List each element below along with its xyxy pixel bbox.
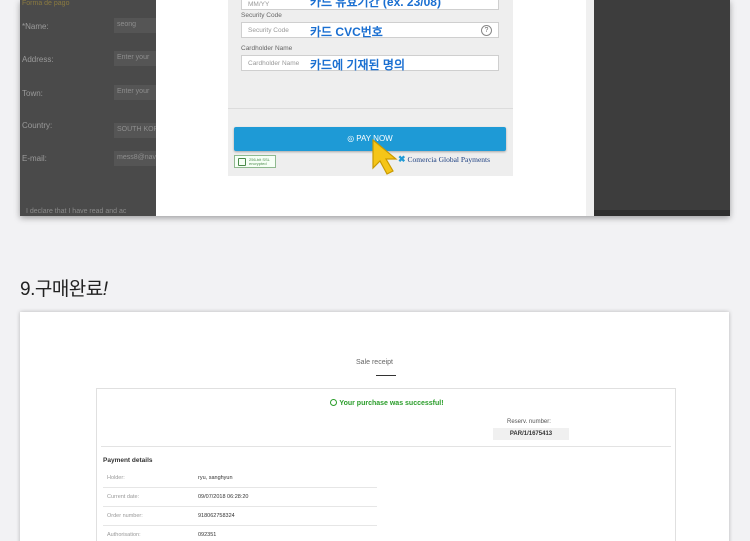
detail-value: ryu, sanghyun <box>198 475 233 481</box>
terms-checkbox[interactable]: I declare that I have read and ac <box>26 208 126 215</box>
receipt-title: Sale receipt <box>356 359 393 366</box>
overlay-backdrop <box>594 0 730 216</box>
success-message: Your purchase was successful! <box>97 399 677 407</box>
name-label: *Name: <box>22 22 49 31</box>
ssl-badge: 256-bit SSL encrypted <box>234 155 276 168</box>
step-heading: 9.구매완료! <box>20 274 108 301</box>
expiry-field[interactable]: MM/YY 카드 유효기간 (ex. 23/08) <box>241 0 499 10</box>
detail-value: 09/07/2018 06:28:20 <box>198 494 249 500</box>
cardholder-placeholder: Cardholder Name <box>248 60 300 67</box>
ssl-badge-text: 256-bit SSL encrypted <box>249 157 270 166</box>
brand-mark-icon: ✖ <box>398 154 406 164</box>
lock-icon: ◎ <box>347 134 355 143</box>
detail-row-holder: Holder: ryu, sanghyun <box>103 469 377 488</box>
shield-icon <box>238 158 246 166</box>
detail-key: Holder: <box>107 475 125 481</box>
name-field[interactable]: seong <box>114 18 160 33</box>
security-code-label: Security Code <box>241 12 282 19</box>
bg-row-country: Country: SOUTH KOR <box>20 119 160 139</box>
brand-logo: ✖ Comercia Global Payments <box>398 154 490 165</box>
title-underline <box>376 375 396 376</box>
country-label: Country: <box>22 121 53 130</box>
cardholder-label: Cardholder Name <box>241 45 293 52</box>
payment-details-title: Payment details <box>103 457 153 464</box>
address-field[interactable]: Enter your <box>114 51 160 66</box>
detail-value: 918062758324 <box>198 513 235 519</box>
check-circle-icon <box>330 399 338 406</box>
reservation-label: Reserv. number: <box>507 419 551 425</box>
brand-name: Comercia Global Payments <box>407 155 491 164</box>
receipt-card: Your purchase was successful! Reserv. nu… <box>96 388 676 541</box>
step-heading-mark: ! <box>102 279 108 300</box>
detail-key: Current date: <box>107 494 140 500</box>
country-field[interactable]: SOUTH KOR <box>114 123 160 138</box>
divider <box>101 446 671 447</box>
detail-row-authorisation: Authorisation: 092351 <box>103 526 377 541</box>
security-code-placeholder: Security Code <box>248 27 289 34</box>
form-section-label: Forma de pago <box>22 0 70 7</box>
detail-key: Authorisation: <box>107 532 141 538</box>
town-label: Town: <box>22 89 43 98</box>
success-text: Your purchase was successful! <box>339 400 444 407</box>
cardholder-field[interactable]: Cardholder Name 카드에 기재된 명의 <box>241 55 499 72</box>
step-heading-text: 9.구매완료 <box>20 279 103 300</box>
bg-row-address: Address: Enter your <box>20 51 160 71</box>
detail-row-order: Order number: 918062758324 <box>103 507 377 526</box>
overlay-bottom-bar <box>594 210 730 216</box>
receipt-screenshot: Sale receipt Your purchase was successfu… <box>20 312 729 541</box>
email-label: E-mail: <box>22 154 47 163</box>
security-code-field[interactable]: Security Code 카드 CVC번호 ? <box>241 22 499 39</box>
detail-key: Order number: <box>107 513 143 519</box>
security-code-note: 카드 CVC번호 <box>310 25 383 39</box>
payment-screenshot: Forma de pago *Name: seong Address: Ente… <box>20 0 730 216</box>
expiry-placeholder: MM/YY <box>248 1 270 8</box>
divider <box>228 108 513 109</box>
town-field[interactable]: Enter your <box>114 85 160 100</box>
detail-value: 092351 <box>198 532 217 538</box>
card-payment-panel: MM/YY 카드 유효기간 (ex. 23/08) Security Code … <box>228 0 513 176</box>
address-label: Address: <box>22 55 54 64</box>
cardholder-note: 카드에 기재된 명의 <box>310 58 405 72</box>
bg-row-email: E-mail: mess8@nav <box>20 151 160 171</box>
detail-row-date: Current date: 09/07/2018 06:28:20 <box>103 488 377 507</box>
background-booking-form: Forma de pago *Name: seong Address: Ente… <box>20 0 160 216</box>
bg-row-town: Town: Enter your <box>20 85 160 105</box>
modal-edge <box>586 0 594 216</box>
bg-row-name: *Name: seong <box>20 18 160 38</box>
reservation-number: PAR/1/1675413 <box>493 428 569 440</box>
email-field[interactable]: mess8@nav <box>114 151 160 166</box>
help-icon[interactable]: ? <box>481 25 492 36</box>
expiry-note: 카드 유효기간 (ex. 23/08) <box>310 0 441 9</box>
pay-now-button[interactable]: ◎ PAY NOW <box>234 127 506 151</box>
